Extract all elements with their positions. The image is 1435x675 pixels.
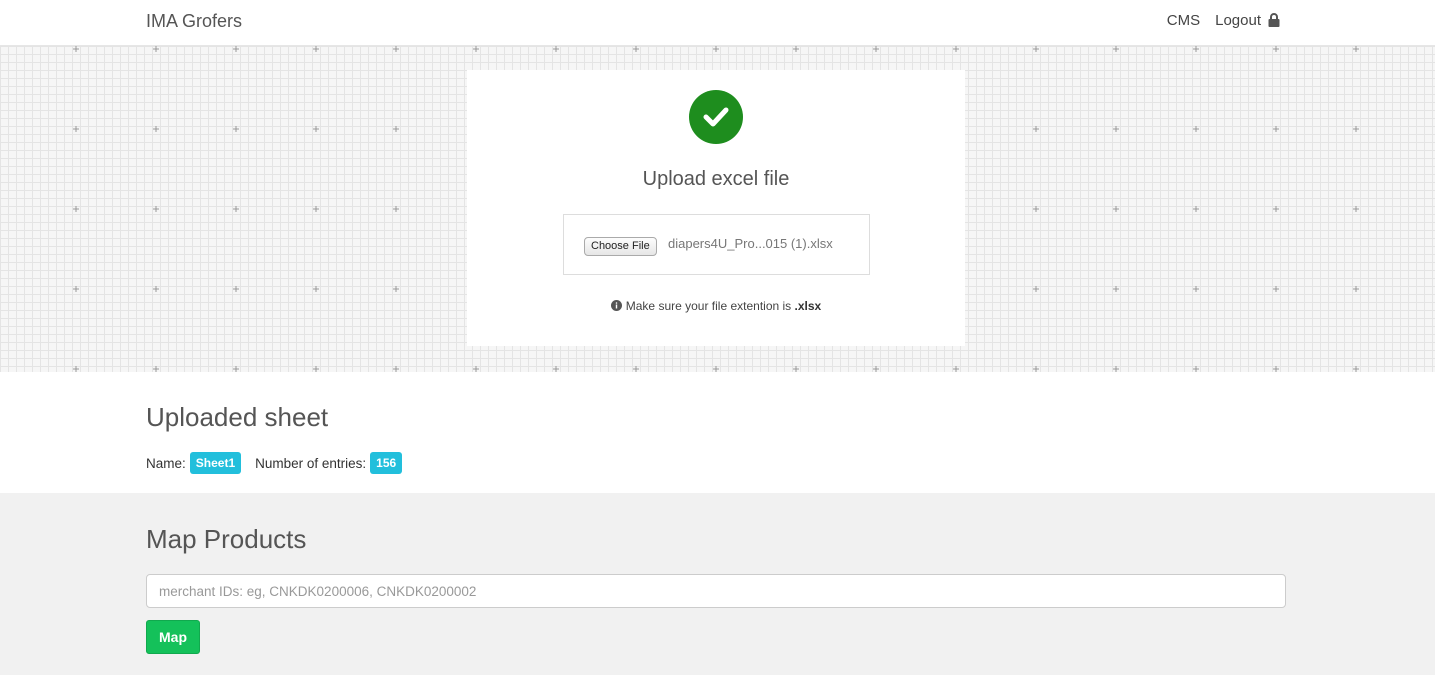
- file-extension-hint: Make sure your file extention is .xlsx: [467, 299, 965, 313]
- logout-link[interactable]: Logout: [1215, 12, 1280, 29]
- uploaded-sheet-section: Uploaded sheet Name: Sheet1 Number of en…: [0, 372, 1435, 492]
- hint-extension: .xlsx: [794, 299, 822, 313]
- map-products-heading: Map Products: [146, 524, 307, 554]
- hint-text: Make sure your file extention is: [625, 299, 792, 313]
- lock-icon: [1268, 12, 1280, 27]
- entries-label: Number of entries:: [255, 455, 367, 471]
- file-input-box: Choose File diapers4U_Pro...015 (1).xlsx: [563, 214, 870, 275]
- choose-file-button[interactable]: Choose File: [584, 237, 657, 256]
- success-check-icon: [689, 90, 743, 144]
- uploaded-sheet-heading: Uploaded sheet: [146, 402, 329, 432]
- upload-title: Upload excel file: [642, 168, 790, 190]
- map-products-section: Map Products Map: [0, 493, 1435, 675]
- nav-right: CMS Logout: [1167, 12, 1280, 29]
- navbar: IMA Grofers CMS Logout: [0, 0, 1435, 46]
- upload-hero: Upload excel file Choose File diapers4U_…: [0, 46, 1435, 372]
- brand-link[interactable]: IMA Grofers: [146, 11, 242, 32]
- selected-file-name: diapers4U_Pro...015 (1).xlsx: [668, 236, 833, 251]
- upload-card: Upload excel file Choose File diapers4U_…: [467, 70, 965, 346]
- merchant-ids-input[interactable]: [146, 574, 1286, 608]
- sheet-name-label: Name:: [146, 455, 186, 471]
- map-button[interactable]: Map: [146, 620, 200, 654]
- cms-link[interactable]: CMS: [1167, 12, 1200, 29]
- info-icon: [610, 300, 622, 311]
- logout-label: Logout: [1215, 12, 1261, 29]
- sheet-meta: Name: Sheet1 Number of entries: 156: [146, 452, 403, 474]
- sheet-name-badge: Sheet1: [189, 452, 242, 474]
- entries-badge: 156: [370, 452, 403, 474]
